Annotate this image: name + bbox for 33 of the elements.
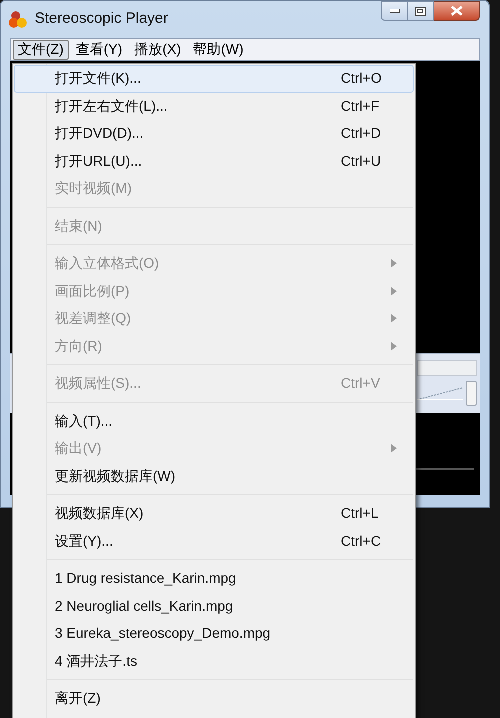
menu-item[interactable]: 输入(T)... [14, 408, 414, 435]
menu-bar-item[interactable]: 查看(Y) [70, 40, 128, 60]
menu-item[interactable]: 更新视频数据库(W) [14, 462, 414, 490]
volume-ramp-icon [417, 387, 465, 401]
menu-item[interactable]: 3 Eureka_stereoscopy_Demo.mpg [14, 620, 414, 648]
menu-item[interactable]: 打开DVD(D)... Ctrl+D [14, 120, 414, 148]
window-title: Stereoscopic Player [35, 9, 168, 30]
minimize-button[interactable] [381, 1, 408, 21]
minimize-icon [390, 9, 400, 13]
maximize-button[interactable] [408, 1, 434, 21]
menu-item[interactable]: 视频数据库(X) Ctrl+L [14, 500, 414, 528]
submenu-arrow-icon [391, 314, 397, 324]
menu-item[interactable]: 打开文件(K)... Ctrl+O [14, 65, 414, 92]
menu-item[interactable]: 设置(Y)... Ctrl+C [14, 528, 414, 555]
submenu-arrow-icon [391, 259, 397, 268]
app-logo-icon [9, 10, 27, 28]
menu-item[interactable]: 4 酒井法子.ts [14, 648, 414, 675]
volume-slider[interactable] [417, 381, 477, 407]
menu-item[interactable]: 离开(Z) [14, 685, 414, 712]
maximize-icon [415, 6, 426, 16]
submenu-arrow-icon [391, 342, 397, 351]
menu-item[interactable]: 2 Neuroglial cells_Karin.mpg [14, 592, 414, 620]
submenu-arrow-icon [391, 444, 397, 454]
close-icon [450, 6, 462, 16]
menu-bar-item[interactable]: 帮助(W) [188, 40, 249, 60]
close-button[interactable] [434, 1, 480, 21]
menu-bar-item[interactable]: 文件(Z) [13, 40, 69, 60]
menu-item[interactable]: 打开URL(U)... Ctrl+U [14, 148, 414, 175]
menu-item[interactable]: 打开左右文件(L)... Ctrl+F [14, 92, 414, 120]
slider-thumb[interactable] [466, 381, 477, 406]
submenu-arrow-icon [391, 286, 397, 296]
menu-bar-item[interactable]: 播放(X) [130, 40, 186, 60]
menu-item[interactable]: 1 Drug resistance_Karin.mpg [14, 565, 414, 592]
